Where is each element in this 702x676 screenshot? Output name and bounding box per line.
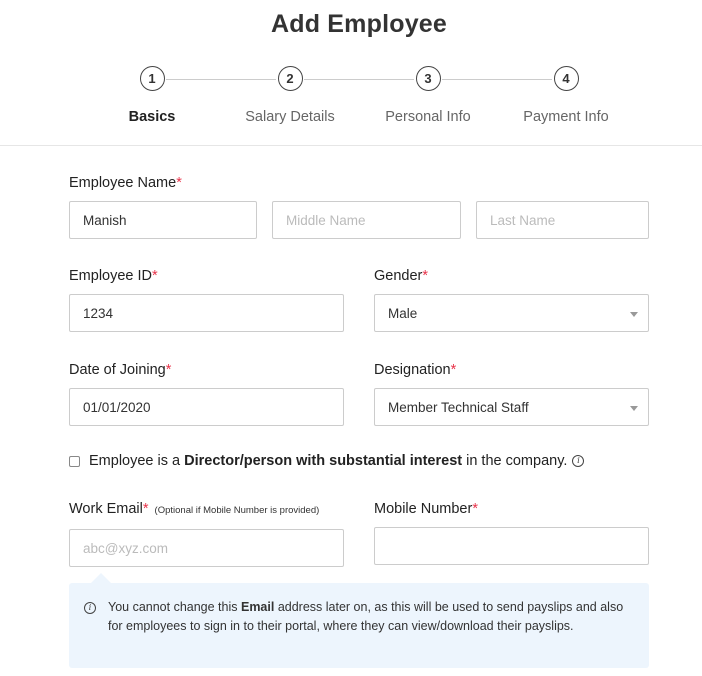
required-mark: * <box>176 175 182 191</box>
mobile-number-input[interactable] <box>374 527 649 565</box>
chevron-down-icon <box>630 312 638 317</box>
last-name-input[interactable]: Last Name <box>476 201 649 239</box>
info-icon[interactable]: i <box>572 455 585 467</box>
employee-id-input[interactable]: 1234 <box>69 294 344 332</box>
callout-arrow <box>91 573 111 583</box>
step-basics[interactable]: 1 Basics <box>82 66 222 125</box>
step-label: Basics <box>128 109 176 125</box>
step-number: 4 <box>553 66 579 91</box>
gender-select[interactable]: Male <box>374 294 649 332</box>
gender-label: Gender* <box>374 268 429 284</box>
date-of-joining-label: Date of Joining* <box>69 362 172 378</box>
required-mark: * <box>152 268 158 284</box>
director-checkbox-row: Employee is a Director/person with subst… <box>69 453 585 469</box>
designation-label: Designation* <box>374 362 457 378</box>
required-mark: * <box>142 501 149 517</box>
middle-name-input[interactable]: Middle Name <box>272 201 461 239</box>
employee-id-label: Employee ID* <box>69 268 158 284</box>
step-salary-details[interactable]: 2 Salary Details <box>220 66 360 125</box>
step-number: 3 <box>415 66 441 91</box>
first-name-input[interactable]: Manish <box>69 201 257 239</box>
stepper: 1 Basics 2 Salary Details 3 Personal Inf… <box>0 66 702 136</box>
director-checkbox[interactable] <box>69 455 80 467</box>
step-label: Personal Info <box>385 109 471 125</box>
work-email-hint: (Optional if Mobile Number is provided) <box>154 505 320 516</box>
step-number: 1 <box>139 66 165 91</box>
chevron-down-icon <box>630 406 638 411</box>
email-notice-text: You cannot change this Email address lat… <box>108 600 624 633</box>
date-of-joining-input[interactable]: 01/01/2020 <box>69 388 344 426</box>
required-mark: * <box>472 501 478 517</box>
required-mark: * <box>450 362 457 378</box>
work-email-label: Work Email* (Optional if Mobile Number i… <box>69 501 320 517</box>
director-checkbox-label[interactable]: Employee is a Director/person with subst… <box>89 453 567 469</box>
email-notice: i You cannot change this Email address l… <box>69 573 649 668</box>
step-number: 2 <box>277 66 303 91</box>
info-icon: i <box>84 602 96 614</box>
required-mark: * <box>165 362 172 378</box>
work-email-input[interactable]: abc@xyz.com <box>69 529 344 567</box>
designation-select[interactable]: Member Technical Staff <box>374 388 649 426</box>
step-payment-info[interactable]: 4 Payment Info <box>496 66 636 125</box>
required-mark: * <box>422 268 429 284</box>
employee-name-label: Employee Name* <box>69 175 182 191</box>
header-divider <box>0 145 702 146</box>
step-personal-info[interactable]: 3 Personal Info <box>358 66 498 125</box>
page-title: Add Employee <box>270 10 448 38</box>
mobile-number-label: Mobile Number* <box>374 501 478 517</box>
step-label: Salary Details <box>245 109 335 125</box>
step-label: Payment Info <box>523 109 609 125</box>
